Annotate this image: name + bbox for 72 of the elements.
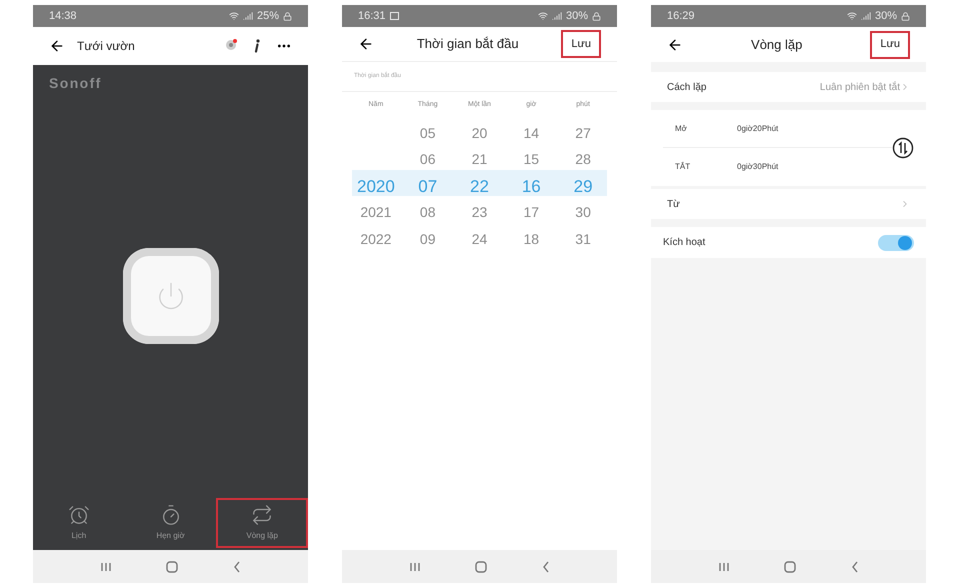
- signal-icon: [552, 11, 562, 21]
- row-value: Luân phiên bật tắt: [820, 80, 900, 94]
- home-icon[interactable]: [166, 560, 178, 572]
- swap-icon[interactable]: [892, 137, 914, 159]
- picker-value[interactable]: 09: [420, 226, 436, 252]
- screen-title: Thời gian bắt đầu: [416, 35, 520, 54]
- picker-value[interactable]: 15: [524, 146, 540, 173]
- recent-apps-icon[interactable]: [718, 562, 728, 572]
- back-arrow-icon[interactable]: [358, 36, 374, 52]
- row-label: Từ: [667, 198, 680, 212]
- alarm-clock-icon: [68, 504, 90, 526]
- power-button[interactable]: [122, 248, 218, 344]
- picker-value[interactable]: 2021: [360, 200, 392, 226]
- screen-title: Vòng lặp: [750, 36, 804, 54]
- picker-value[interactable]: 22: [470, 173, 489, 200]
- picker-value[interactable]: 23: [472, 200, 488, 226]
- duration-value[interactable]: 0giờ30Phút: [737, 161, 778, 173]
- row-label: Cách lặp: [667, 80, 706, 94]
- info-icon[interactable]: [254, 39, 260, 53]
- from-row[interactable]: Từ: [651, 189, 926, 219]
- toggle-switch[interactable]: [878, 234, 914, 250]
- picker-value[interactable]: 08: [420, 200, 436, 226]
- picker-value[interactable]: 29: [574, 173, 593, 200]
- repeat-icon: [251, 504, 274, 526]
- status-time: 16:29: [667, 8, 695, 24]
- picker-value[interactable]: 20: [472, 120, 488, 146]
- picker-value[interactable]: 06: [420, 146, 436, 173]
- picker-value[interactable]: 31: [575, 226, 591, 252]
- picker-value[interactable]: 17: [524, 200, 540, 226]
- picker-value[interactable]: 2022: [360, 226, 392, 252]
- picker-value[interactable]: 21: [472, 146, 488, 173]
- bottom-tab[interactable]: Lịch: [33, 498, 125, 548]
- picker-value[interactable]: 27: [575, 120, 591, 146]
- recent-apps-icon[interactable]: [100, 562, 110, 572]
- picker-value[interactable]: 30: [575, 200, 591, 226]
- status-time: 16:31: [358, 8, 386, 24]
- bottom-tab[interactable]: Hẹn giờ: [124, 498, 216, 548]
- battery-level: 30%: [874, 8, 897, 24]
- save-button[interactable]: Lưu: [561, 30, 601, 58]
- back-icon[interactable]: [850, 560, 858, 572]
- back-icon[interactable]: [232, 560, 240, 572]
- signal-icon: [860, 11, 871, 21]
- signal-icon: [242, 11, 253, 21]
- picker-value[interactable]: 2020: [356, 173, 395, 200]
- row-label: Kích hoạt: [663, 236, 706, 250]
- wifi-icon: [228, 11, 239, 21]
- picker-value[interactable]: 07: [418, 173, 438, 200]
- repeat-mode-row[interactable]: Cách lặp Luân phiên bật tắt: [651, 72, 926, 102]
- webcam-icon[interactable]: [224, 39, 238, 53]
- wifi-icon: [538, 11, 548, 21]
- picker-value[interactable]: 14: [524, 120, 540, 146]
- image-icon: [390, 12, 399, 20]
- duration-label: Mở: [675, 122, 688, 134]
- picker-value[interactable]: 24: [472, 226, 488, 252]
- wifi-icon: [846, 11, 857, 21]
- picker-value[interactable]: 18: [524, 226, 540, 252]
- logo-text: Sonoff: [48, 74, 103, 93]
- bottom-tab[interactable]: Vòng lặp: [216, 498, 308, 548]
- picker-value[interactable]: 05: [420, 120, 436, 146]
- status-time: 14:38: [49, 8, 77, 24]
- picker-value[interactable]: 28: [575, 146, 591, 173]
- home-icon[interactable]: [784, 560, 796, 572]
- picker-value[interactable]: 16: [522, 173, 541, 200]
- save-button[interactable]: Lưu: [870, 30, 910, 58]
- battery-level: 25%: [256, 8, 279, 24]
- device-title: Tưới vườn: [77, 38, 135, 55]
- duration-value[interactable]: 0giờ20Phút: [737, 122, 778, 134]
- battery-level: 30%: [566, 8, 588, 24]
- home-icon[interactable]: [474, 560, 486, 572]
- recent-apps-icon[interactable]: [410, 562, 420, 572]
- duration-label: TẮT: [675, 161, 692, 173]
- back-icon[interactable]: [542, 560, 550, 572]
